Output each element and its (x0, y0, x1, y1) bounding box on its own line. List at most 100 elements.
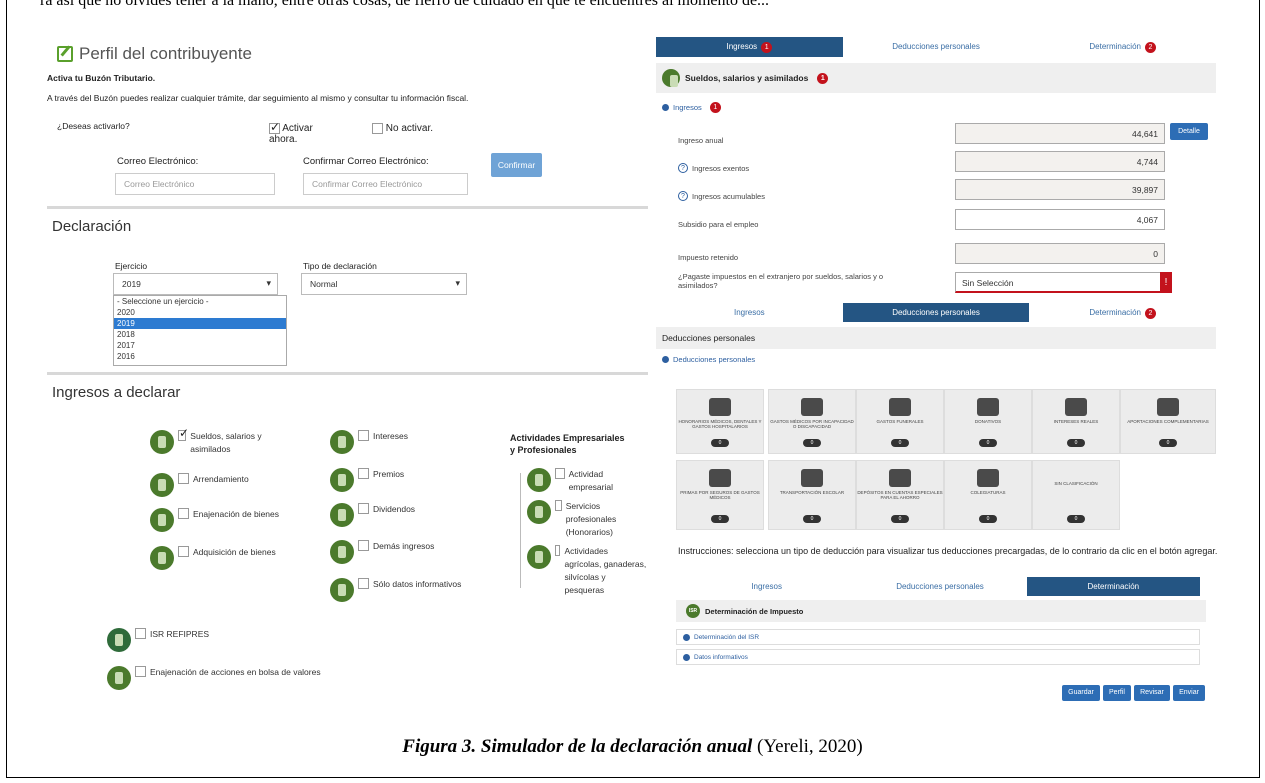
help-icon[interactable]: ? (678, 191, 688, 201)
tab-ingresos[interactable]: Ingresos (656, 303, 843, 322)
demas-checkbox[interactable] (358, 540, 369, 551)
ingresos-toggle[interactable]: Ingresos 1 (662, 102, 721, 113)
datos-informativos-label: Datos informativos (694, 653, 748, 661)
tab-ingresos[interactable]: Ingresos (680, 577, 853, 596)
confirm-email-field[interactable]: Confirmar Correo Electrónico (303, 173, 468, 195)
dropdown-option[interactable]: 2020 (114, 307, 286, 318)
deducciones-instructions: Instrucciones: selecciona un tipo de ded… (678, 546, 1218, 556)
activar-no[interactable]: No activar. (372, 123, 433, 134)
empresarial-checkbox[interactable] (555, 468, 565, 479)
ded-primas[interactable]: PRIMAS POR SEGUROS DE GASTOS MÉDICOS 0 (676, 460, 764, 530)
ded-sin-clasificacion[interactable]: SIN CLASIFICACIÓN 0 (1032, 460, 1120, 530)
ded-transportacion[interactable]: TRANSPORTACIÓN ESCOLAR 0 (768, 460, 856, 530)
ingreso-actividad-empresarial[interactable]: Actividad empresarial (527, 468, 637, 494)
confirm-button[interactable]: Confirmar (491, 153, 542, 177)
divider (47, 372, 648, 375)
dropdown-option[interactable]: 2016 (114, 351, 286, 362)
tab-label: Determinación (1089, 308, 1141, 317)
arrendamiento-checkbox[interactable] (178, 473, 189, 484)
acciones-checkbox[interactable] (135, 666, 146, 677)
dropdown-option-selected[interactable]: 2019 (114, 318, 286, 329)
dropdown-option[interactable]: 2018 (114, 329, 286, 340)
ingreso-anual-field: 44,641 (955, 123, 1165, 144)
tab-deducciones[interactable]: Deducciones personales (853, 577, 1026, 596)
impuesto-retenido-field[interactable]: 0 (955, 243, 1165, 264)
datos-checkbox[interactable] (358, 578, 369, 589)
refipres-checkbox[interactable] (135, 628, 146, 639)
buzon-desc: A través del Buzón puedes realizar cualq… (47, 93, 469, 103)
agricolas-checkbox[interactable] (555, 545, 561, 556)
ingreso-adquisicion[interactable]: Adquisición de bienes (150, 546, 276, 570)
datos-informativos-toggle[interactable]: Datos informativos (676, 649, 1200, 665)
ingreso-intereses[interactable]: Intereses (330, 430, 408, 454)
detalle-button[interactable]: Detalle (1170, 123, 1208, 140)
worker-icon (662, 69, 680, 87)
activar-checkbox[interactable] (269, 120, 280, 134)
ingreso-isr-refipres[interactable]: ISR REFIPRES (107, 628, 209, 652)
ingreso-datos-informativos[interactable]: Sólo datos informativos (330, 578, 461, 602)
ded-colegiaturas[interactable]: COLEGIATURAS 0 (944, 460, 1032, 530)
subsidio-field[interactable]: 4,067 (955, 209, 1165, 230)
adquisicion-checkbox[interactable] (178, 546, 189, 557)
tab-determinacion[interactable]: Determinación (1026, 577, 1200, 596)
tab-ingresos[interactable]: Ingresos 1 (656, 37, 843, 57)
ded-donativos[interactable]: DONATIVOS 0 (944, 389, 1032, 454)
dividendos-label: Dividendos (373, 504, 416, 514)
tab-determinacion[interactable]: Determinación 2 (1029, 37, 1216, 57)
ingresos-acumulables-label: ? Ingresos acumulables (678, 191, 765, 201)
dropdown-option[interactable]: - Seleccione un ejercicio - (114, 296, 286, 307)
ingreso-demas[interactable]: Demás ingresos (330, 540, 434, 564)
ded-depositos[interactable]: DEPÓSITOS EN CUENTAS ESPECIALES PARA EL … (856, 460, 944, 530)
ingreso-agricolas[interactable]: Actividades agrícolas, ganaderas, silvíc… (527, 545, 647, 597)
ingreso-servicios-profesionales[interactable]: Servicios profesionales (Honorarios) (527, 500, 637, 539)
email-field[interactable]: Correo Electrónico (115, 173, 275, 195)
det-isr-toggle[interactable]: Determinación del ISR (676, 629, 1200, 645)
perfil-button[interactable]: Perfil (1103, 685, 1131, 701)
sueldos-checkbox[interactable] (178, 427, 189, 441)
refipres-label: ISR REFIPRES (150, 629, 210, 639)
enajenacion-checkbox[interactable] (178, 508, 189, 519)
ingreso-premios[interactable]: Premios (330, 468, 404, 492)
ded-intereses[interactable]: INTERESES REALES 0 (1032, 389, 1120, 454)
intereses-label: Intereses (373, 431, 408, 441)
enviar-button[interactable]: Enviar (1173, 685, 1205, 701)
tab-label: Deducciones personales (892, 308, 980, 317)
hearse-icon (889, 398, 911, 416)
extranjero-select[interactable]: Sin Selección (955, 272, 1165, 293)
badge: 2 (1144, 308, 1156, 319)
worker-icon (150, 430, 174, 454)
intereses-checkbox[interactable] (358, 430, 369, 441)
activar-yes[interactable]: Activar ahora. (269, 120, 329, 145)
ejercicio-select[interactable]: 2019 (113, 273, 278, 295)
ded-honorarios[interactable]: HONORARIOS MÉDICOS, DENTALES Y GASTOS HO… (676, 389, 764, 454)
no-activar-checkbox[interactable] (372, 123, 383, 134)
tabbar: Ingresos Deducciones personales Determin… (680, 577, 1200, 596)
ejercicio-dropdown[interactable]: - Seleccione un ejercicio - 2020 2019 20… (113, 295, 287, 366)
ingreso-sueldos[interactable]: Sueldos, salarios y asimilados (150, 427, 270, 456)
ingreso-dividendos[interactable]: Dividendos (330, 503, 415, 527)
ingreso-enajenacion[interactable]: Enajenación de bienes (150, 508, 279, 532)
adquisicion-label: Adquisición de bienes (193, 547, 276, 557)
premios-checkbox[interactable] (358, 468, 369, 479)
help-icon[interactable]: ? (678, 163, 688, 173)
ded-label: GASTOS FUNERALES (876, 419, 924, 424)
tab-deducciones[interactable]: Deducciones personales (842, 303, 1030, 322)
declaracion-title: Declaración (52, 218, 132, 235)
servicios-checkbox[interactable] (555, 500, 562, 511)
dividendos-checkbox[interactable] (358, 503, 369, 514)
tab-determinacion[interactable]: Determinación 2 (1029, 303, 1216, 322)
guardar-button[interactable]: Guardar (1062, 685, 1100, 701)
revisar-button[interactable]: Revisar (1134, 685, 1170, 701)
ded-label: COLEGIATURAS (970, 490, 1006, 495)
deducciones-toggle[interactable]: Deducciones personales (662, 355, 755, 364)
exentos-text: Ingresos exentos (692, 163, 750, 173)
ded-funerales[interactable]: GASTOS FUNERALES 0 (856, 389, 944, 454)
tipo-select[interactable]: Normal (301, 273, 467, 295)
confirm-email-label: Confirmar Correo Electrónico: (303, 156, 429, 167)
ingreso-arrendamiento[interactable]: Arrendamiento (150, 473, 249, 497)
ded-aportaciones[interactable]: APORTACIONES COMPLEMENTARIAS 0 (1120, 389, 1216, 454)
dropdown-option[interactable]: 2017 (114, 340, 286, 351)
tab-deducciones[interactable]: Deducciones personales (843, 37, 1030, 57)
ded-incapacidad[interactable]: GASTOS MÉDICOS POR INCAPACIDAD O DISCAPA… (768, 389, 856, 454)
ingreso-acciones[interactable]: Enajenación de acciones en bolsa de valo… (107, 666, 321, 690)
